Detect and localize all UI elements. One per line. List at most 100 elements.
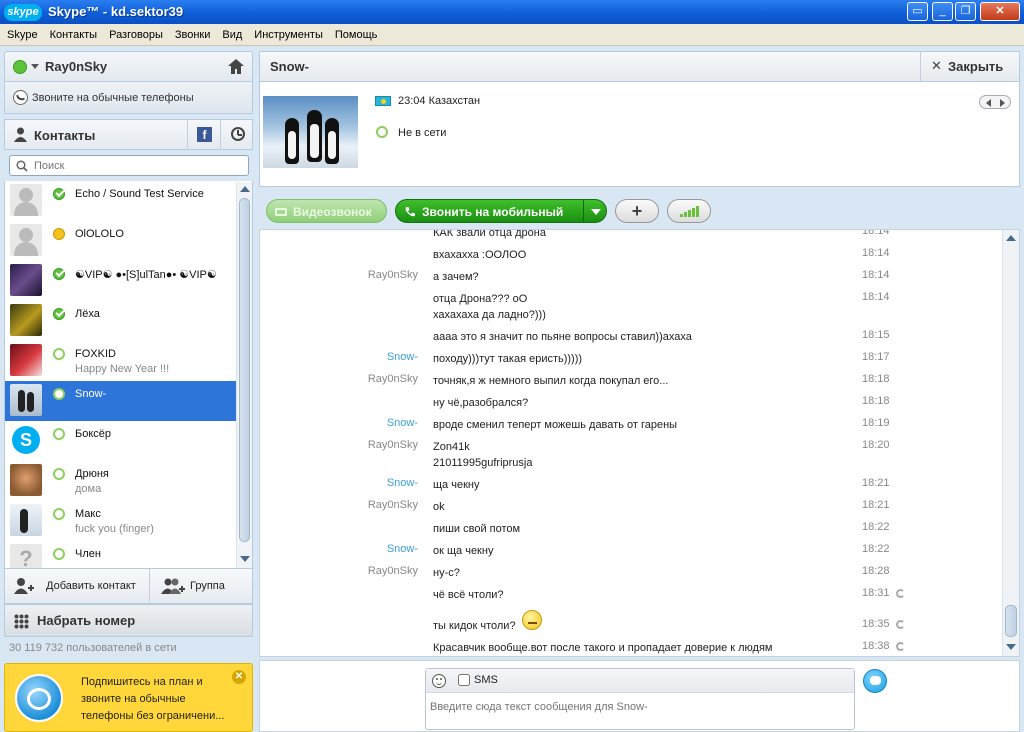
message-time: 18:28 (862, 565, 890, 577)
scroll-up-icon[interactable] (1006, 235, 1016, 241)
contact-name: Член (75, 548, 101, 560)
pending-icon (896, 642, 905, 651)
send-button[interactable] (863, 669, 887, 693)
offline-status-icon (53, 468, 65, 480)
call-phones-bar[interactable]: Звоните на обычные телефоны (4, 82, 253, 114)
call-dropdown-button[interactable] (583, 200, 607, 222)
add-button[interactable]: + (615, 199, 659, 223)
user-name[interactable]: Ray0nSky (45, 59, 107, 74)
contacts-tab[interactable]: Контакты (34, 128, 95, 143)
message-time: 18:14 (862, 247, 890, 259)
call-quality-button[interactable] (667, 199, 711, 223)
search-input[interactable] (34, 158, 244, 173)
online-status-icon[interactable] (13, 60, 27, 74)
call-mobile-button[interactable]: Звонить на мобильный (395, 199, 607, 223)
menu-contacts[interactable]: Контакты (43, 24, 103, 46)
message-text: ща чекну (433, 479, 480, 491)
compose-area: SMS (259, 660, 1020, 732)
facebook-tab[interactable]: f (187, 120, 220, 149)
message-text: ну-с? (433, 567, 460, 579)
message-text: Красавчик вообще.вот после такого и проп… (433, 642, 773, 654)
contact-item-dryunya[interactable]: Дрюня дома (5, 461, 237, 501)
chat-message: Snow-походу)))тут такая еристь))))) 18:17 (260, 351, 1004, 367)
emoticon-icon (522, 610, 542, 630)
chat-message: Ray0nSky ну-с? 18:28 (260, 565, 1004, 581)
message-sender: Snow- (386, 351, 418, 363)
unknown-avatar-icon: ? (10, 544, 42, 568)
menu-view[interactable]: Вид (215, 24, 247, 46)
chat-message: пиши свой потом 18:22 (260, 521, 1004, 537)
menu-bar: Skype Контакты Разговоры Звонки Вид Инструмен… (0, 24, 1024, 46)
scroll-up-icon[interactable] (240, 186, 250, 192)
maximize-button[interactable]: ❐ (955, 2, 976, 21)
message-time: 18:31 (862, 587, 890, 599)
contact-item-foxkid[interactable]: FOXKID Happy New Year !!! (5, 341, 237, 381)
offline-status-icon (53, 348, 65, 360)
contact-item-maks[interactable]: Макс fuck you (finger) (5, 501, 237, 541)
close-icon: ✕ (931, 58, 942, 73)
clock-icon (231, 127, 245, 141)
promo-banner[interactable]: Подпишитесь на план и звоните на обычные… (4, 663, 253, 732)
contact-item-echo[interactable]: Echo / Sound Test Service (5, 181, 237, 221)
message-input[interactable] (430, 699, 850, 715)
menu-conversations[interactable]: Разговоры (102, 24, 168, 46)
add-contact-button[interactable]: Добавить контакт (5, 569, 150, 603)
contact-name: FOXKID (75, 348, 116, 360)
offline-status-icon (376, 126, 388, 138)
online-status-icon (53, 308, 65, 320)
message-sender: Snow- (386, 543, 418, 555)
scroll-down-icon[interactable] (240, 556, 250, 562)
close-chat-button[interactable]: ✕ Закрыть (920, 52, 1020, 81)
minimize-button[interactable]: _ (932, 2, 953, 21)
home-icon[interactable] (227, 58, 245, 75)
avatar (10, 464, 42, 496)
online-status-icon (53, 188, 65, 200)
chat-message: Ray0nSky ok 18:21 (260, 499, 1004, 515)
menu-help[interactable]: Помощь (328, 24, 383, 46)
video-call-button[interactable]: Видеозвонок (266, 199, 387, 223)
message-text-line2: 21011995gufriprusja (433, 457, 533, 469)
emoticons-icon[interactable] (432, 674, 446, 688)
chat-history[interactable]: КАК звали отца дрона 18:14 вхахахха :ООЛО… (259, 229, 1020, 657)
contact-item-sultan[interactable]: ☯VIP☯ ●•[S]ulTan●• ☯VIP☯ (5, 261, 237, 301)
profile-nav[interactable] (979, 95, 1011, 109)
contact-item-chlen[interactable]: ? Член (5, 541, 237, 568)
contact-item-snow[interactable]: Snow- (5, 381, 237, 421)
close-window-button[interactable]: ✕ (980, 2, 1020, 21)
menu-tools[interactable]: Инструменты (247, 24, 328, 46)
message-text: КАК звали отца дрона (433, 229, 546, 239)
chevron-down-icon (591, 209, 601, 215)
message-time: 18:38 (862, 640, 890, 652)
message-box[interactable]: SMS (425, 668, 855, 730)
offline-status-icon (53, 508, 65, 520)
sms-checkbox[interactable] (458, 674, 470, 686)
next-icon[interactable] (1000, 99, 1005, 107)
sms-label: SMS (474, 674, 498, 686)
contact-list-scrollbar[interactable] (236, 182, 252, 568)
title-bar: skype Skype™ - kd.sektor39 ▭ _ ❐ ✕ (0, 0, 1024, 24)
menu-skype[interactable]: Skype (0, 24, 43, 46)
group-button[interactable]: Группа (151, 569, 252, 603)
prev-icon[interactable] (986, 99, 991, 107)
contact-item-leha[interactable]: Лёха (5, 301, 237, 341)
contact-item-ololo[interactable]: OlOLOLO (5, 221, 237, 261)
scroll-thumb[interactable] (1005, 605, 1017, 637)
status-dropdown-icon[interactable] (31, 64, 39, 69)
chat-message: Snow-ок ща чекну 18:22 (260, 543, 1004, 559)
scroll-down-icon[interactable] (1006, 644, 1016, 650)
contact-item-boxer[interactable]: S Боксёр (5, 421, 237, 461)
dial-button[interactable]: Набрать номер (4, 604, 253, 637)
message-time: 18:22 (862, 543, 890, 555)
scroll-thumb[interactable] (239, 198, 250, 542)
contact-name: OlOLOLO (75, 228, 124, 240)
history-tab[interactable] (220, 120, 253, 149)
menu-calls[interactable]: Звонки (168, 24, 216, 46)
search-box[interactable] (9, 155, 249, 176)
close-promo-icon[interactable]: ✕ (232, 670, 246, 684)
chat-message: отца Дрона??? оО хахахаха да ладно?))) 18:… (260, 291, 1004, 323)
chat-scrollbar[interactable] (1002, 230, 1019, 656)
chat-bubble-icon (870, 676, 881, 685)
pending-icon (896, 620, 905, 629)
compact-view-button[interactable]: ▭ (907, 2, 928, 21)
pending-icon (896, 589, 905, 598)
